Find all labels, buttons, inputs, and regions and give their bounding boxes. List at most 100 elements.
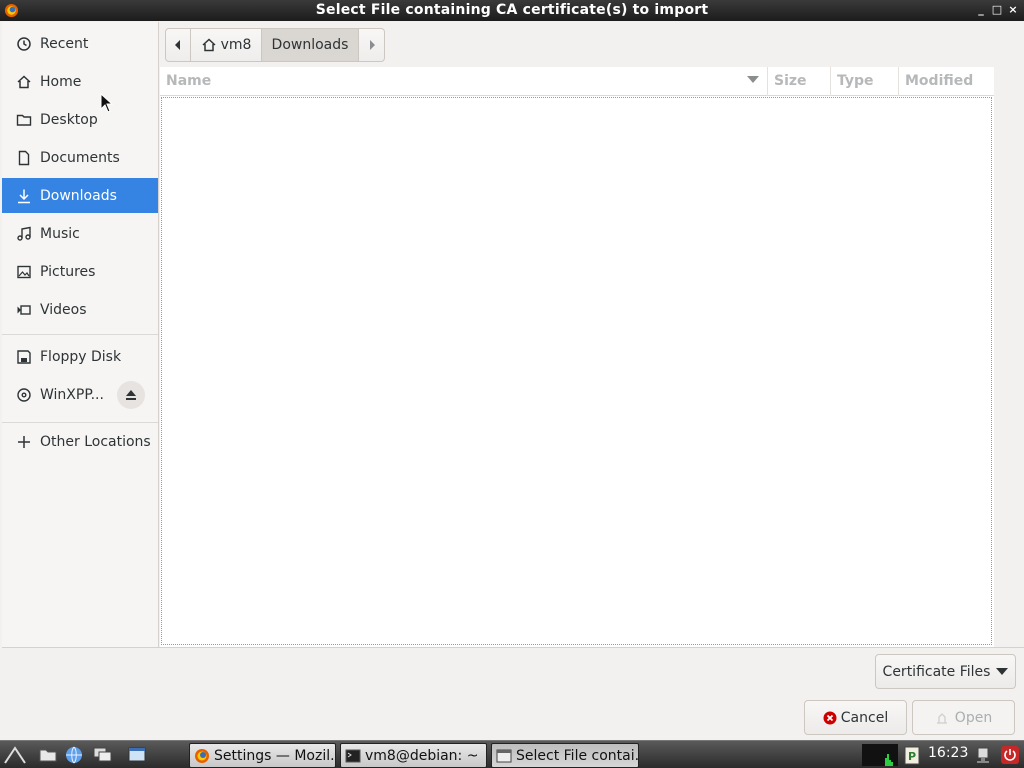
column-header-modified[interactable]: Modified <box>898 67 994 96</box>
terminal-icon <box>345 749 361 762</box>
pictures-icon <box>16 264 32 280</box>
window-titlebar: Select File containing CA certificate(s)… <box>0 0 1024 21</box>
minimize-button[interactable]: _ <box>974 2 988 18</box>
sidebar-item-pictures[interactable]: Pictures <box>2 254 158 289</box>
bottom-separator <box>2 647 1024 648</box>
lxde-logo-icon <box>4 746 26 764</box>
cpu-graph-icon <box>885 754 893 766</box>
path-button-current[interactable]: Downloads <box>262 28 359 62</box>
column-header-label: Modified <box>905 73 974 89</box>
column-header-row: Name Size Type Modified <box>160 67 994 96</box>
start-menu-button[interactable] <box>4 744 26 766</box>
taskbar-clock[interactable]: 16:23 <box>928 745 968 761</box>
folder-icon <box>39 749 57 762</box>
column-header-type[interactable]: Type <box>830 67 898 96</box>
sidebar-item-documents[interactable]: Documents <box>2 140 158 175</box>
sidebar-item-label: Pictures <box>40 263 96 280</box>
disc-icon <box>16 387 32 403</box>
sidebar-item-desktop[interactable]: Desktop <box>2 102 158 137</box>
globe-icon <box>66 746 82 764</box>
open-button[interactable]: Open <box>912 700 1015 735</box>
close-button[interactable]: × <box>1006 2 1020 18</box>
plus-icon <box>16 434 32 450</box>
taskbar-item-settings[interactable]: Settings — Mozil... <box>189 743 336 768</box>
path-button-label: Downloads <box>271 37 349 53</box>
taskbar-item-label: Select File contai... <box>516 747 639 764</box>
cancel-button[interactable]: Cancel <box>804 700 907 735</box>
column-header-label: Name <box>166 73 212 89</box>
column-header-label: Size <box>774 73 807 89</box>
taskbar-item-label: Settings — Mozil... <box>214 747 336 764</box>
svg-text:P: P <box>908 750 916 763</box>
logout-button[interactable] <box>999 744 1021 766</box>
clipboard-icon: P <box>904 746 920 765</box>
places-sidebar: Recent Home Desktop Documents Downloads … <box>2 22 159 647</box>
sidebar-item-label: WinXPP... <box>40 386 104 403</box>
open-icon <box>936 712 947 724</box>
download-icon <box>16 188 32 204</box>
sidebar-item-recent[interactable]: Recent <box>2 26 158 61</box>
chevron-down-icon <box>996 668 1009 675</box>
document-icon <box>16 150 32 166</box>
taskbar-item-select-file[interactable]: Select File contai... <box>491 743 639 768</box>
sidebar-item-downloads[interactable]: Downloads <box>2 178 158 213</box>
sidebar-item-floppy-disk[interactable]: Floppy Disk <box>2 339 158 374</box>
video-icon <box>16 302 32 318</box>
chevron-right-icon <box>369 40 375 50</box>
network-icon <box>977 747 989 763</box>
clipboard-tray-button[interactable]: P <box>901 744 923 766</box>
recent-icon <box>16 36 32 52</box>
power-icon <box>1001 746 1019 764</box>
home-icon <box>201 37 217 53</box>
file-filter-label: Certificate Files <box>882 663 991 680</box>
taskbar-item-terminal[interactable]: vm8@debian: ~ <box>340 743 487 768</box>
path-scroll-left-button[interactable] <box>165 28 191 62</box>
column-header-name[interactable]: Name <box>160 67 767 96</box>
sidebar-item-label: Downloads <box>40 187 117 204</box>
cancel-button-label: Cancel <box>840 709 889 726</box>
file-manager-launcher[interactable] <box>37 744 59 766</box>
column-header-size[interactable]: Size <box>767 67 830 96</box>
sidebar-separator <box>2 334 158 335</box>
eject-button[interactable] <box>117 381 145 409</box>
sidebar-item-home[interactable]: Home <box>2 64 158 99</box>
sidebar-item-music[interactable]: Music <box>2 216 158 251</box>
column-header-label: Type <box>837 73 874 89</box>
taskbar-item-label: vm8@debian: ~ <box>365 747 479 764</box>
show-desktop-button[interactable] <box>126 744 148 766</box>
floppy-icon <box>16 349 32 365</box>
path-bar: vm8 Downloads <box>165 28 385 62</box>
path-button-home[interactable]: vm8 <box>191 28 262 62</box>
taskbar: Settings — Mozil... vm8@debian: ~ Select… <box>0 740 1024 768</box>
sidebar-item-label: Other Locations <box>40 433 151 450</box>
windows-icon <box>93 747 112 762</box>
sort-descending-icon <box>747 76 759 83</box>
file-filter-dropdown[interactable]: Certificate Files <box>875 654 1016 689</box>
file-list-area[interactable] <box>161 97 992 645</box>
path-scroll-right-button[interactable] <box>359 28 385 62</box>
browser-launcher[interactable] <box>63 744 85 766</box>
sidebar-item-other-locations[interactable]: Other Locations <box>2 424 158 459</box>
sidebar-item-label: Home <box>40 73 82 90</box>
window-title: Select File containing CA certificate(s)… <box>315 2 709 18</box>
maximize-button[interactable]: □ <box>990 2 1004 18</box>
file-list[interactable]: Name Size Type Modified <box>160 67 994 647</box>
firefox-icon <box>195 748 209 763</box>
path-button-label: vm8 <box>220 37 252 53</box>
window-switcher-launcher[interactable] <box>92 744 114 766</box>
sidebar-item-label: Music <box>40 225 80 242</box>
volume-tray-button[interactable] <box>972 744 994 766</box>
home-icon <box>16 74 32 90</box>
sidebar-item-videos[interactable]: Videos <box>2 292 158 327</box>
open-button-label: Open <box>954 709 993 726</box>
dialog-icon <box>496 749 512 762</box>
sidebar-separator <box>2 422 158 423</box>
eject-icon <box>126 390 136 400</box>
sidebar-item-label: Documents <box>40 149 120 166</box>
sidebar-item-label: Recent <box>40 35 89 52</box>
cancel-icon <box>823 711 837 724</box>
folder-icon <box>16 112 32 128</box>
mouse-cursor-icon <box>100 93 114 113</box>
sidebar-item-label: Videos <box>40 301 87 318</box>
chevron-left-icon <box>175 40 180 50</box>
